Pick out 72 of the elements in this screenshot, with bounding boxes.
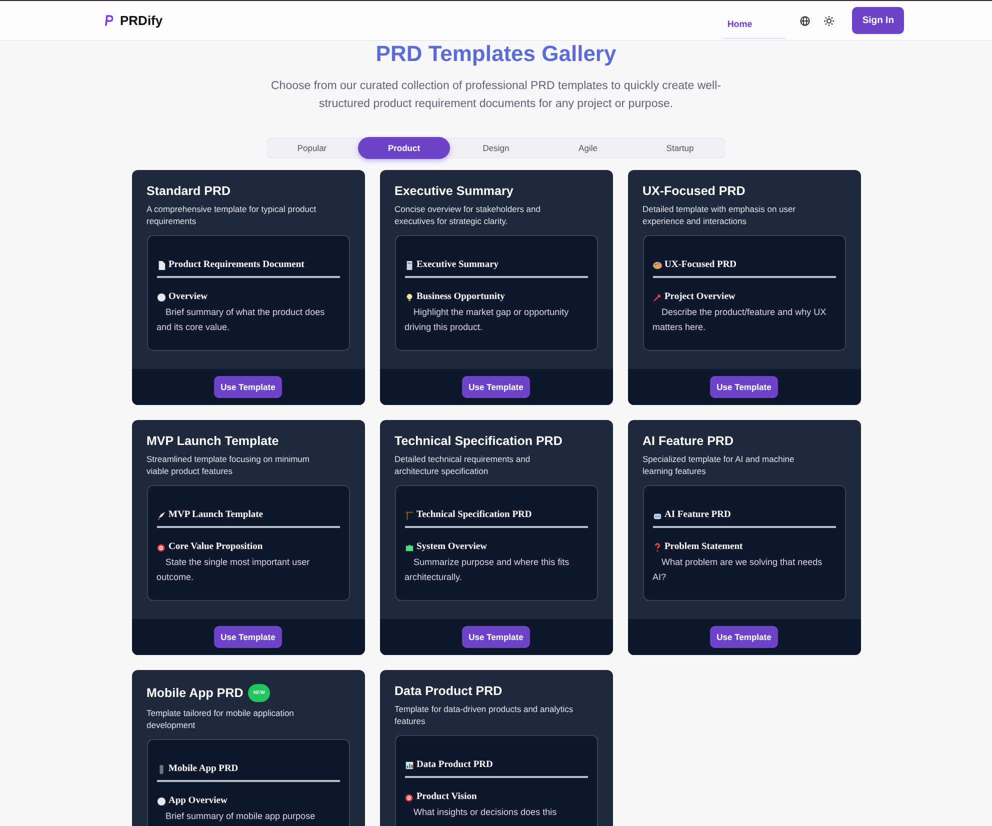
preview-heading: MVP Launch Template [168,510,263,520]
card-title: Technical Specification PRD [394,434,562,448]
target-icon [404,792,414,802]
section-text: Brief summary of mobile app purpose [164,810,316,823]
logo-icon [104,15,113,26]
card-description: A comprehensive template for typical product requirements [146,203,318,227]
use-template-button[interactable]: Use Template [710,626,778,648]
card-title: AI Feature PRD [642,434,734,448]
section-text: State the single most important user outcome. [156,556,311,584]
card-title: Executive Summary [394,184,514,198]
document-icon [156,260,166,270]
phone-icon [156,764,166,774]
sun-icon[interactable] [824,16,834,26]
preview-heading: Executive Summary [416,260,499,270]
lightbulb-icon [404,292,414,302]
nav-link[interactable]: Home [723,10,786,38]
document-icon [404,260,414,270]
preview-heading: Product Requirements Document [168,260,304,270]
question-mark-icon [652,542,662,552]
preview-heading: UX-Focused PRD [664,260,737,270]
card-description: Detailed technical requirements and architecture specification [394,453,532,477]
card-title: MVP Launch Template [146,434,279,448]
card-title: UX-Focused PRD [642,184,746,198]
page-title: PRD Templates Gallery [376,41,616,67]
card-description: Streamlined template focusing on minimum viable product features [146,453,310,477]
puzzle-icon [404,542,414,552]
use-template-button[interactable]: Use Template [462,626,530,648]
section-text: What insights or decisions does this [412,806,558,819]
sign-in-button[interactable]: Sign In [852,7,904,34]
preview-heading: Data Product PRD [416,760,493,770]
brand-name: PRDify [120,13,163,28]
section-heading: App Overview [168,796,228,806]
use-template-button[interactable]: Use Template [214,376,282,398]
card-title: Mobile App PRD [146,686,244,700]
card-description: Template for data-driven products and analytics features [394,703,574,727]
section-heading: Business Opportunity [416,292,505,302]
card-description: Specialized template for AI and machine learning features [642,453,796,477]
target-icon [156,542,166,552]
card-title: Data Product PRD [394,684,502,698]
category-tab[interactable]: Popular [266,137,358,159]
card-description: Template tailored for mobile application development [146,707,295,731]
use-template-button[interactable]: Use Template [462,376,530,398]
page-subtitle: Choose from our curated collection of professional PRD templates to quickly create well-structured product requirement documents for any project or purpose. [270,79,722,112]
use-template-button[interactable]: Use Template [710,376,778,398]
section-text: Highlight the market gap or opportunity driving this product. [404,306,570,334]
section-heading: Product Vision [416,792,477,802]
category-tab[interactable]: Startup [634,137,726,159]
section-text: What problem are we solving that needs AI? [652,556,824,584]
category-tab[interactable]: Product [358,137,450,159]
section-heading: Project Overview [664,292,736,302]
pushpin-icon [652,292,662,302]
preview-heading: Technical Specification PRD [416,510,532,520]
category-tab[interactable]: Agile [542,137,634,159]
card-title: Standard PRD [146,184,231,198]
palette-icon [652,260,662,270]
section-heading: Problem Statement [664,542,743,552]
card-description: Concise overview for stakeholders and executives for strategic clarity. [394,203,542,227]
rocket-icon [156,510,166,520]
section-text: Brief summary of what the product does and its core value. [156,306,326,334]
section-text: Describe the product/feature and why UX matters here. [652,306,828,334]
section-heading: System Overview [416,542,487,552]
use-template-button[interactable]: Use Template [214,626,282,648]
section-text: Summarize purpose and where this fits architecturally. [404,556,570,584]
robot-icon [652,510,662,520]
category-tab[interactable]: Design [450,137,542,159]
bar-chart-icon [404,760,414,770]
section-heading: Overview [168,292,208,302]
globe-icon[interactable] [800,16,810,26]
preview-heading: AI Feature PRD [664,510,731,520]
preview-heading: Mobile App PRD [168,764,238,774]
card-description: Detailed template with emphasis on user experience and interactions [642,203,797,227]
section-heading: Core Value Proposition [168,542,263,552]
